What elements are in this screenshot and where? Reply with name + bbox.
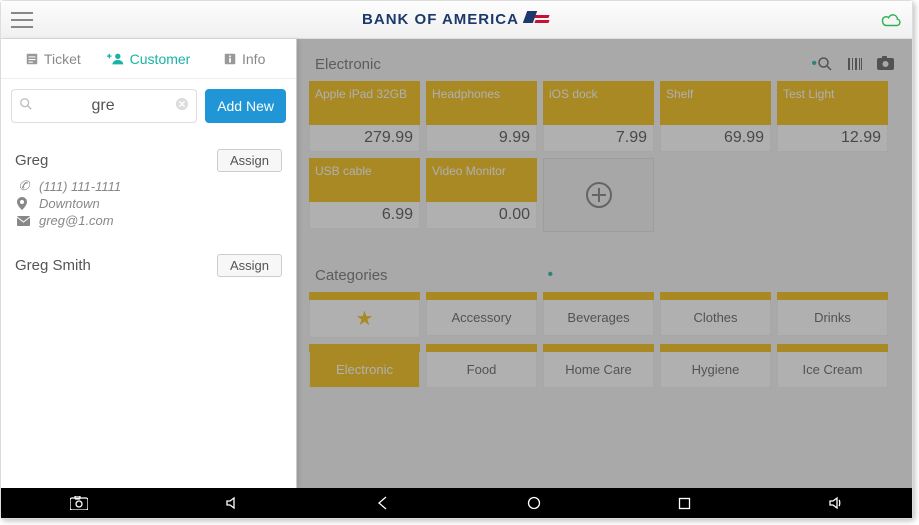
panel-tabs: Ticket Customer Info — [1, 39, 296, 79]
system-nav-bar — [1, 488, 912, 518]
nav-camera-icon[interactable] — [70, 496, 88, 510]
tab-info[interactable]: Info — [198, 51, 290, 67]
ticket-icon — [25, 52, 39, 66]
menu-icon[interactable] — [11, 12, 33, 28]
customer-search-wrap — [11, 89, 197, 123]
top-bar: BANK OF AMERICA — [1, 1, 912, 39]
customer-result[interactable]: Greg Smith Assign — [15, 244, 282, 297]
customer-results: Greg Assign ✆ (111) 111-1111 Downtown gre… — [1, 133, 296, 488]
tab-ticket[interactable]: Ticket — [7, 51, 99, 67]
brand-flag-icon — [525, 11, 551, 29]
nav-volume-down-icon[interactable] — [225, 496, 239, 510]
nav-recent-icon[interactable] — [678, 497, 691, 510]
add-customer-icon — [107, 52, 125, 66]
phone-icon: ✆ — [17, 178, 31, 194]
brand-logo: BANK OF AMERICA — [33, 11, 880, 29]
dim-overlay[interactable] — [297, 39, 912, 488]
search-icon — [19, 97, 33, 111]
tab-ticket-label: Ticket — [44, 51, 81, 67]
product-area: Electronic • Apple iPad 32GB279.99Headph… — [297, 39, 912, 488]
customer-location: Downtown — [39, 196, 100, 211]
customer-name: Greg Smith — [15, 257, 91, 274]
tab-customer[interactable]: Customer — [103, 51, 195, 67]
customer-result[interactable]: Greg Assign ✆ (111) 111-1111 Downtown gre… — [15, 139, 282, 244]
location-icon — [17, 197, 31, 210]
customer-search-input[interactable] — [11, 89, 197, 123]
info-icon — [223, 52, 237, 66]
nav-back-icon[interactable] — [376, 496, 390, 510]
add-new-button[interactable]: Add New — [205, 89, 286, 123]
nav-home-icon[interactable] — [527, 496, 541, 510]
clear-search-icon[interactable] — [175, 97, 189, 111]
customer-email: greg@1.com — [39, 213, 114, 228]
nav-volume-up-icon[interactable] — [828, 496, 844, 510]
cloud-sync-icon[interactable] — [880, 12, 902, 28]
brand-text: BANK OF AMERICA — [362, 11, 519, 28]
assign-button[interactable]: Assign — [217, 149, 282, 172]
customer-name: Greg — [15, 152, 48, 169]
tab-customer-label: Customer — [130, 51, 191, 67]
assign-button[interactable]: Assign — [217, 254, 282, 277]
tab-info-label: Info — [242, 51, 265, 67]
customer-phone: (111) 111-1111 — [39, 179, 121, 194]
email-icon — [17, 216, 31, 226]
customer-panel: Ticket Customer Info — [1, 39, 297, 488]
